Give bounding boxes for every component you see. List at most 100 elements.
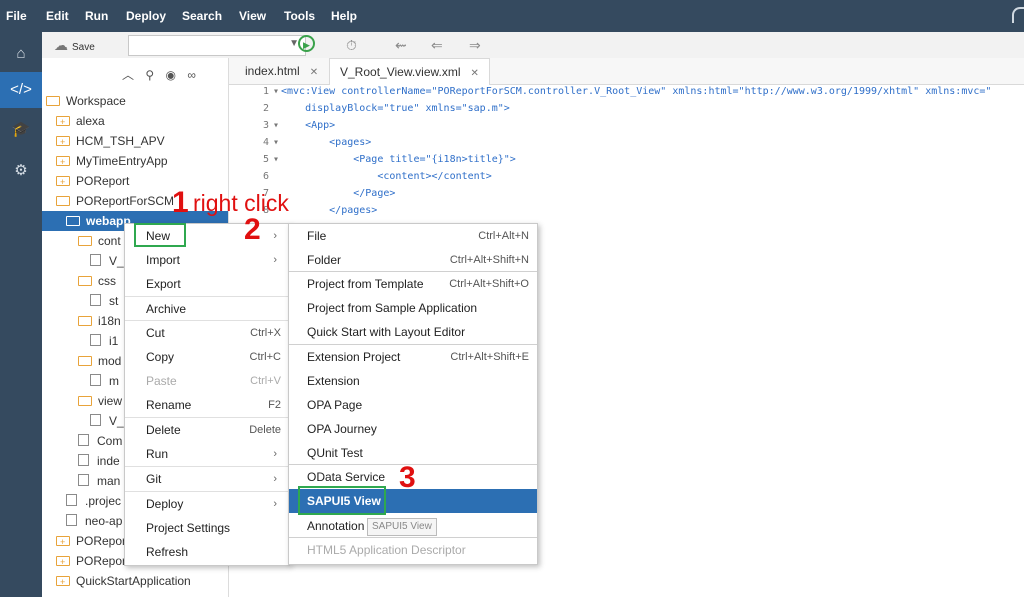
tree-item[interactable]: V_	[90, 411, 124, 431]
tree-item-label: MyTimeEntryApp	[76, 154, 168, 168]
editor-tabs: index.html ✕ V_Root_View.view.xml ✕	[229, 58, 1024, 85]
tree-item[interactable]: i18n	[78, 311, 121, 331]
submenu-item-quick-start-with-layout-editor[interactable]: Quick Start with Layout Editor	[289, 320, 537, 344]
menu-item-label: HTML5 Application Descriptor	[307, 543, 466, 557]
context-menu-item-delete[interactable]: Delete Delete	[125, 418, 289, 442]
tree-item[interactable]: i1	[90, 331, 118, 351]
submenu-item-project-from-sample-application[interactable]: Project from Sample Application	[289, 296, 537, 320]
tree-item[interactable]: POReport	[56, 171, 129, 192]
menu-help[interactable]: Help	[331, 9, 357, 23]
tree-item-label: mod	[98, 354, 122, 368]
context-menu-item-run[interactable]: Run ›	[125, 442, 289, 466]
menu-item-label: Quick Start with Layout Editor	[307, 325, 466, 339]
tree-item[interactable]: V_	[90, 251, 124, 271]
tree-item[interactable]: Com	[78, 431, 122, 451]
tree-item[interactable]: .projec	[66, 491, 121, 511]
menu-item-shortcut: F2	[268, 399, 281, 411]
submenu-item-extension-project[interactable]: Extension Project Ctrl+Alt+Shift+E	[289, 345, 537, 369]
tree-item[interactable]: css	[78, 271, 116, 291]
submenu-item-file[interactable]: File Ctrl+Alt+N	[289, 224, 537, 248]
tree-item[interactable]: POReport	[56, 531, 129, 552]
tree-toolbar: ︿ ⚲ ◉ ∞	[122, 66, 204, 83]
tree-item-label: man	[97, 474, 121, 488]
submenu-item-opa-journey[interactable]: OPA Journey	[289, 417, 537, 441]
folder-icon	[56, 532, 70, 552]
tree-item[interactable]: man	[78, 471, 120, 491]
menu-run[interactable]: Run	[85, 9, 108, 23]
tree-item[interactable]: alexa	[56, 111, 105, 132]
submenu-item-project-from-template[interactable]: Project from Template Ctrl+Alt+Shift+O	[289, 272, 537, 296]
submenu-item-extension[interactable]: Extension	[289, 369, 537, 393]
menu-file[interactable]: File	[6, 9, 27, 23]
context-menu-item-import[interactable]: Import ›	[125, 248, 289, 272]
tree-item[interactable]: m	[90, 371, 119, 391]
context-menu-item-deploy[interactable]: Deploy ›	[125, 492, 289, 516]
code-editor-icon[interactable]: </>	[0, 72, 42, 108]
link-icon[interactable]: ⚲	[145, 68, 154, 82]
tree-item[interactable]: st	[90, 291, 118, 311]
tree-item-label: neo-ap	[85, 514, 123, 528]
tree-item-label: css	[98, 274, 116, 288]
tree-item[interactable]: Workspace	[46, 91, 126, 111]
save-button[interactable]: ☁ Save	[54, 36, 95, 57]
context-menu-item-git[interactable]: Git ›	[125, 467, 289, 491]
file-icon	[90, 294, 101, 306]
navigate-back-icon[interactable]: ⇐	[431, 36, 443, 54]
menu-divider	[125, 320, 289, 321]
line-number: 3	[262, 120, 269, 131]
context-menu-item-refresh[interactable]: Refresh	[125, 540, 289, 564]
fold-chevron-icon[interactable]: ▾	[271, 137, 279, 148]
close-icon[interactable]: ✕	[471, 68, 479, 79]
folder-icon	[56, 152, 70, 172]
back-step-icon[interactable]: ⇜	[395, 36, 407, 54]
file-icon	[78, 434, 89, 446]
tree-item[interactable]: view	[78, 391, 122, 411]
tree-item[interactable]: QuickStartApplication	[56, 571, 191, 592]
eye-icon[interactable]: ◉	[166, 68, 176, 82]
tree-item[interactable]: mod	[78, 351, 121, 371]
run-play-icon[interactable]: ▶	[298, 35, 315, 52]
tree-item[interactable]: neo-ap	[66, 511, 122, 531]
fold-chevron-icon[interactable]: ▾	[271, 120, 279, 131]
menu-item-label: Extension Project	[307, 350, 401, 364]
learning-center-icon[interactable]: 🎓	[0, 112, 42, 148]
code-line: </Page>	[281, 188, 396, 199]
context-menu-item-cut[interactable]: Cut Ctrl+X	[125, 321, 289, 345]
fold-chevron-icon[interactable]: ▾	[271, 86, 279, 97]
menu-search[interactable]: Search	[182, 9, 222, 23]
navigate-forward-icon[interactable]: ⇒	[469, 36, 481, 54]
menu-view[interactable]: View	[239, 9, 266, 23]
context-menu-item-project-settings[interactable]: Project Settings	[125, 516, 289, 540]
code-line: <Page title="{i18n>title}">	[281, 154, 516, 165]
context-menu-item-export[interactable]: Export	[125, 272, 289, 296]
close-icon[interactable]: ✕	[310, 67, 318, 78]
code-editor[interactable]: 1 ▾ <mvc:View controllerName="POReportForS…	[229, 86, 1024, 226]
binoculars-icon[interactable]: ∞	[187, 68, 196, 82]
submenu-item-opa-page[interactable]: OPA Page	[289, 393, 537, 417]
tree-item[interactable]: cont	[78, 231, 121, 251]
menu-item-shortcut: Ctrl+Alt+Shift+O	[449, 278, 529, 290]
context-menu-item-rename[interactable]: Rename F2	[125, 393, 289, 417]
fold-chevron-icon[interactable]: ▾	[271, 154, 279, 165]
menu-tools[interactable]: Tools	[284, 9, 315, 23]
tree-item[interactable]: inde	[78, 451, 120, 471]
notification-bell-icon[interactable]	[1012, 7, 1024, 23]
tab-v-root-view[interactable]: V_Root_View.view.xml ✕	[329, 58, 490, 85]
stopwatch-icon[interactable]: ⏱	[346, 36, 357, 54]
menu-item-label: QUnit Test	[307, 446, 363, 460]
collapse-icon[interactable]: ︿	[122, 68, 134, 82]
submenu-item-folder[interactable]: Folder Ctrl+Alt+Shift+N	[289, 248, 537, 272]
menu-deploy[interactable]: Deploy	[126, 9, 166, 23]
context-menu-item-copy[interactable]: Copy Ctrl+C	[125, 345, 289, 369]
menu-item-label: Extension	[307, 374, 360, 388]
tree-item[interactable]: HCM_TSH_APV	[56, 131, 165, 152]
tree-item[interactable]: MyTimeEntryApp	[56, 151, 168, 172]
context-menu-item-archive[interactable]: Archive	[125, 297, 289, 321]
home-icon[interactable]: ⌂	[0, 36, 42, 72]
menu-item-shortcut: Ctrl+Alt+Shift+N	[449, 254, 529, 266]
run-configuration-select[interactable]: ▼	[128, 35, 306, 56]
menu-edit[interactable]: Edit	[46, 9, 69, 23]
tab-index-html[interactable]: index.html ✕	[235, 58, 328, 84]
settings-gear-icon[interactable]: ⚙	[0, 153, 42, 189]
tree-item[interactable]: POReportForSCM	[56, 191, 174, 211]
